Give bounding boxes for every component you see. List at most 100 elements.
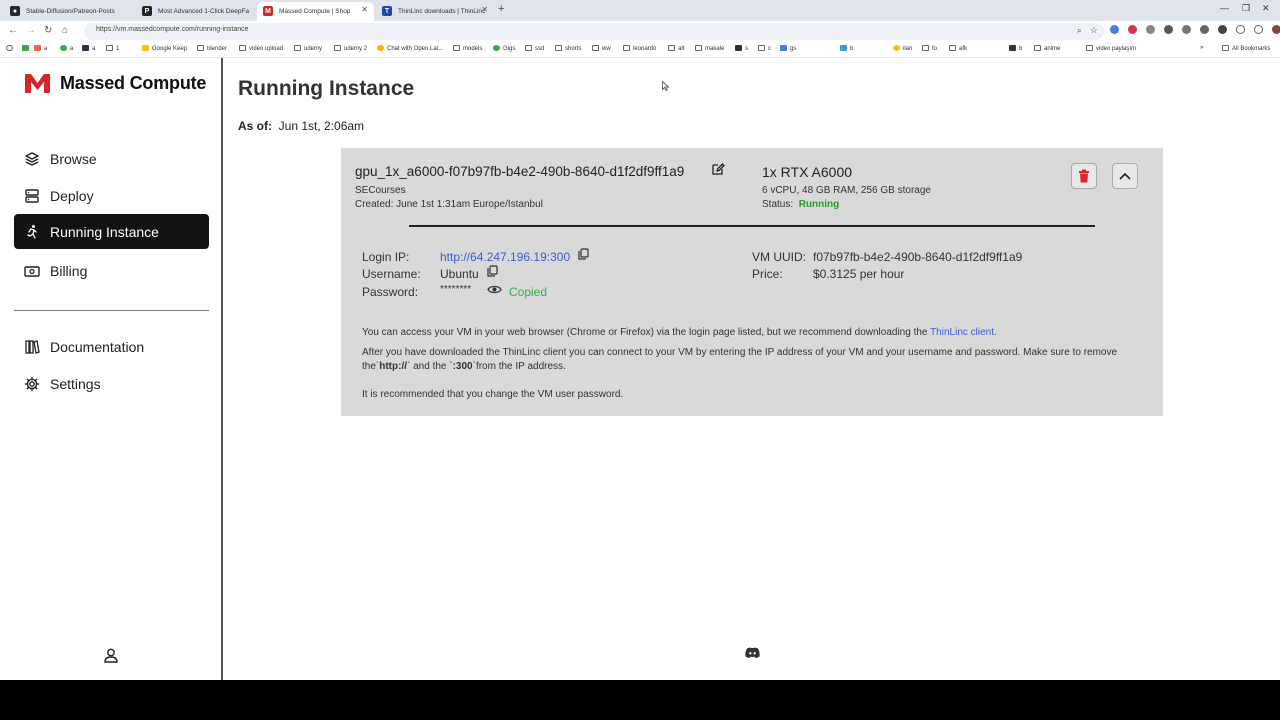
bookmark-item[interactable]: afk [949,45,967,52]
bookmark-item[interactable]: leonardo [623,45,656,52]
bookmark-item[interactable]: blender [197,45,227,52]
bookmark-item[interactable]: ww [592,45,611,52]
bookmark-item[interactable]: anime [1034,45,1060,52]
close-tab-icon[interactable]: ✕ [361,5,368,14]
reload-icon[interactable]: ↻ [44,25,52,36]
bookmark-item[interactable]: c [758,45,771,52]
sidebar-item-label: Billing [50,262,88,279]
tab-title: Stable-Diffusion/Patreon-Posts [26,8,115,15]
copy-ip-icon[interactable] [578,247,589,265]
user-icon[interactable] [104,648,118,668]
password-value: ******** [440,284,472,295]
address-bar-row: ← → ↻ ⌂ https://vm.massedcompute.com/run… [0,21,1280,42]
vm-uuid-label: VM UUID: [752,250,806,264]
bookmark-item[interactable]: b [1009,45,1022,52]
minimize-icon[interactable]: — [1220,3,1229,13]
all-bookmarks[interactable]: All Bookmarks [1222,45,1270,52]
sidebar-item-running-instance[interactable]: Running Instance [14,214,209,249]
close-window-icon[interactable]: ✕ [1262,3,1270,14]
bookmark-item[interactable]: video paylaşım [1086,45,1136,52]
forward-icon[interactable]: → [26,25,36,36]
sidebar-item-billing[interactable]: Billing [14,253,209,288]
star-icon[interactable]: ☆ [1090,25,1098,36]
instance-created: Created: June 1st 1:31am Europe/Istanbul [355,199,543,210]
copy-username-icon[interactable] [487,264,498,282]
login-ip-link[interactable]: http://64.247.196.19:300 [440,250,570,264]
back-icon[interactable]: ← [8,25,18,36]
download-icon[interactable] [1236,25,1245,34]
massed-compute-logo-icon [25,74,50,93]
bookmark-item[interactable]: video upload [239,45,283,52]
bookmark-item[interactable]: a [82,45,95,52]
bookmark-item[interactable]: udemy [294,45,322,52]
server-icon [24,188,40,204]
browser-tab[interactable]: ● Stable-Diffusion/Patreon-Posts [4,2,132,21]
github-icon: ● [10,6,20,16]
bookmark-item[interactable]: udemy 2 [334,45,367,52]
bookmark-item[interactable]: alt [668,45,684,52]
browser-tab-active[interactable]: M Massed Compute | Shop ✕ [257,2,374,21]
edit-icon[interactable] [711,162,725,181]
sidebar-divider [14,310,209,311]
sidebar-item-label: Settings [50,375,101,392]
thinlinc-client-link[interactable]: ThinLinc client [930,327,994,338]
avatar[interactable] [1272,25,1280,34]
delete-instance-button[interactable] [1071,163,1097,189]
bookmark-item[interactable]: b [840,45,853,52]
info-paragraph: It is recommended that you change the VM… [362,389,624,400]
bookmark-item[interactable]: Gigs [493,45,515,52]
bookmark-item[interactable]: Google Keep [142,45,187,52]
sidebar-item-label: Documentation [50,338,145,355]
puzzle-icon[interactable] [1218,25,1227,34]
info-paragraph: After you have downloaded the ThinLinc c… [362,347,1118,372]
extension-icon[interactable] [1164,25,1173,34]
more-bookmarks-icon[interactable]: » [1200,45,1203,51]
instance-card: gpu_1x_a6000-f07b97fb-b4e2-490b-8640-d1f… [341,148,1163,416]
status-badge: Running [798,199,840,210]
url-text: https://vm.massedcompute.com/running-ins… [96,26,249,33]
chevron-up-icon [1119,172,1131,180]
bookmark-item[interactable]: a [34,45,47,52]
bookmark-item[interactable]: shorts [555,45,581,52]
url-input[interactable]: https://vm.massedcompute.com/running-ins… [84,23,1104,40]
extension-icon[interactable] [1128,25,1137,34]
bookmark-item[interactable]: s [735,45,748,52]
sidebar-item-settings[interactable]: Settings [14,366,209,401]
eye-icon[interactable] [487,282,502,300]
discord-icon[interactable] [745,645,760,663]
bookmark-item[interactable]: fo [922,45,937,52]
extension-icon[interactable] [1110,25,1119,34]
maximize-icon[interactable]: ❐ [1242,3,1250,14]
bookmark-item[interactable]: gs [780,45,796,52]
bookmark-item[interactable]: ssd [525,45,544,52]
close-tab-icon[interactable]: ✕ [481,5,488,14]
extension-icon[interactable] [1182,25,1191,34]
username-label: Username: [362,267,421,281]
bookmark-item[interactable]: 1 [106,45,119,52]
browser-tab[interactable]: P Most Advanced 1-Click DeepFa [136,2,256,21]
browser-tab[interactable]: T ThinLinc downloads | ThinLinc ✕ [376,2,494,21]
price-value: $0.3125 per hour [813,267,905,281]
vm-uuid-value: f07b97fb-b4e2-490b-8640-d1f2df9ff1a9 [813,250,1023,264]
profile-icon[interactable] [1254,25,1263,34]
bookmark-item[interactable]: a [60,45,73,52]
extension-icon[interactable] [1200,25,1209,34]
collapse-button[interactable] [1112,163,1138,189]
new-tab-icon[interactable]: + [498,3,504,15]
password-label: Password: [362,285,419,299]
main-content: Running Instance As of: Jun 1st, 2:06am … [225,58,1280,680]
bookmark-item[interactable] [22,45,32,52]
sidebar-item-deploy[interactable]: Deploy [14,178,209,213]
bookmark-item[interactable]: makale [695,45,724,52]
brand[interactable]: Massed Compute [24,72,206,94]
bookmark-item[interactable]: Chat with Open Lar... [377,45,443,52]
login-ip-label: Login IP: [362,250,410,264]
extension-icon[interactable] [1146,25,1155,34]
bookmark-item[interactable]: models [453,45,482,52]
search-icon[interactable]: ⌕ [1077,25,1082,36]
home-icon[interactable]: ⌂ [62,25,68,36]
sidebar-item-browse[interactable]: Browse [14,141,209,176]
bookmark-item[interactable]: ilan [893,45,912,52]
bookmark-item[interactable] [6,45,16,52]
sidebar-item-documentation[interactable]: Documentation [14,329,209,364]
